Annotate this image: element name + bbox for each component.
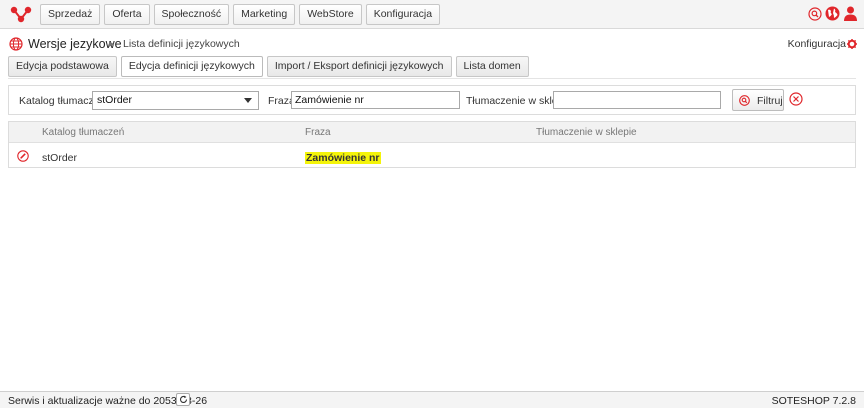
refresh-button[interactable] xyxy=(176,393,190,406)
column-header-catalog[interactable]: Katalog tłumaczeń xyxy=(42,127,124,138)
column-header-phrase[interactable]: Fraza xyxy=(305,127,331,138)
refresh-icon xyxy=(179,395,188,403)
main-menu: Sprzedaż Oferta Społeczność Marketing We… xyxy=(40,4,441,25)
nav-webstore[interactable]: WebStore xyxy=(299,4,362,25)
phrase-input[interactable]: Zamówienie nr xyxy=(291,91,460,109)
configuration-link[interactable]: Konfiguracja xyxy=(788,38,846,50)
footer: Serwis i aktualizacje ważne do 2053-08-2… xyxy=(0,391,864,408)
table-cell-catalog: stOrder xyxy=(42,152,78,164)
search-icon xyxy=(739,95,750,106)
language-globe-icon xyxy=(9,37,23,51)
table-cell-phrase: Zamówienie nr xyxy=(305,152,381,164)
page-title: Wersje jezykowe xyxy=(28,37,122,51)
phrase-highlight: Zamówienie nr xyxy=(305,152,381,164)
catalog-select-value: stOrder xyxy=(97,94,133,106)
nav-sprzedaz[interactable]: Sprzedaż xyxy=(40,4,101,25)
search-icon[interactable] xyxy=(808,6,822,21)
edit-icon[interactable] xyxy=(17,150,29,162)
table-header: Katalog tłumaczeń Fraza Tłumaczenie w sk… xyxy=(9,122,855,143)
tab-edycja-definicji[interactable]: Edycja definicji językowych xyxy=(120,56,263,77)
nav-spolecznosc[interactable]: Społeczność xyxy=(153,4,230,25)
filter-button[interactable]: Filtruj xyxy=(732,89,784,111)
top-icons xyxy=(808,6,858,21)
tab-divider xyxy=(8,78,856,79)
tab-edycja-podstawowa[interactable]: Edycja podstawowa xyxy=(8,56,117,77)
globe-icon[interactable] xyxy=(825,6,840,21)
nav-marketing[interactable]: Marketing xyxy=(233,4,296,25)
catalog-select[interactable]: stOrder xyxy=(92,91,259,110)
gear-icon[interactable] xyxy=(847,39,857,49)
breadcrumb-arrow-icon: ▶ xyxy=(109,41,115,48)
tabs: Edycja podstawowa Edycja definicji język… xyxy=(8,56,529,77)
translation-input[interactable] xyxy=(553,91,721,109)
title-bar: Wersje jezykowe ▶ Lista definicji języko… xyxy=(0,30,864,52)
translations-table: Katalog tłumaczeń Fraza Tłumaczenie w sk… xyxy=(8,121,856,168)
filter-bar: Katalog tłumaczeń stOrder Fraza Zamówien… xyxy=(8,85,856,115)
clear-icon[interactable] xyxy=(789,92,803,106)
filter-button-label: Filtruj xyxy=(757,95,783,107)
tab-import-eksport[interactable]: Import / Eksport definicji językowych xyxy=(266,56,452,77)
user-icon[interactable] xyxy=(843,6,858,21)
top-navigation-bar: Sprzedaż Oferta Społeczność Marketing We… xyxy=(0,0,864,29)
nav-konfiguracja[interactable]: Konfiguracja xyxy=(365,4,441,25)
nav-oferta[interactable]: Oferta xyxy=(104,4,150,25)
chevron-down-icon xyxy=(244,98,252,103)
logo-icon[interactable] xyxy=(10,5,32,23)
tab-lista-domen[interactable]: Lista domen xyxy=(455,56,529,77)
column-header-translation[interactable]: Tłumaczenie w sklepie xyxy=(536,127,637,138)
version-label: SOTESHOP 7.2.8 xyxy=(771,395,856,407)
breadcrumb: Lista definicji językowych xyxy=(123,38,240,50)
